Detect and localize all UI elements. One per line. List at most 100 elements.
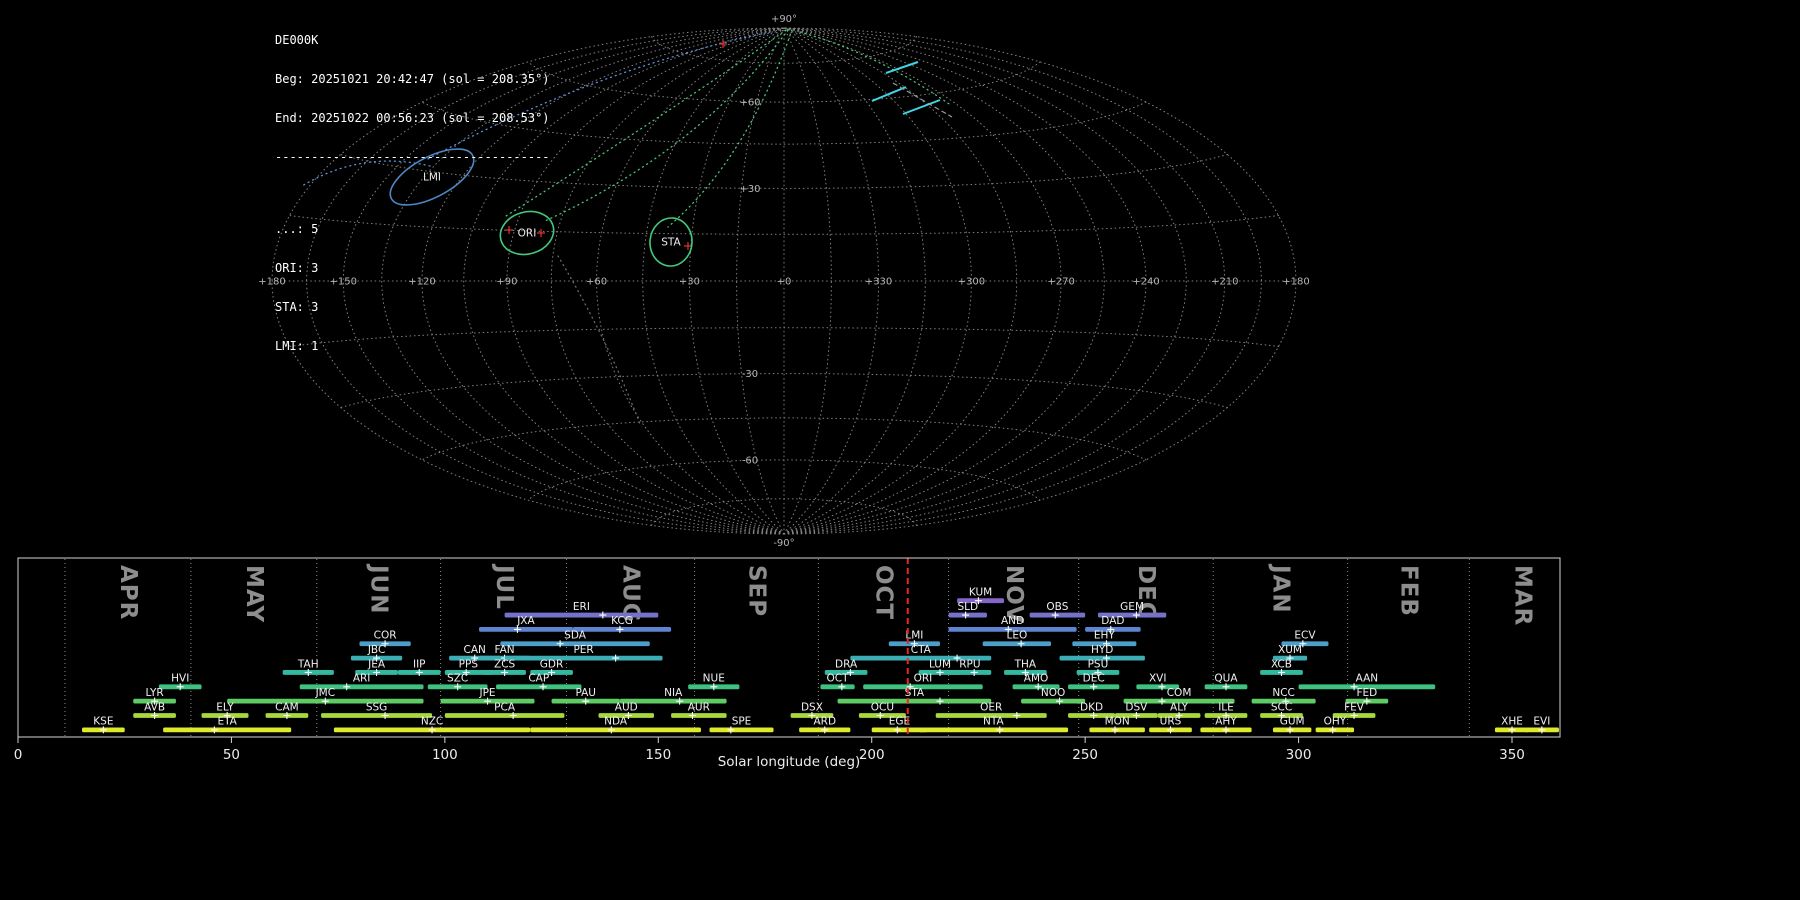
month-label-JAN: JAN (1268, 563, 1294, 614)
lon-grid-label: +330 (865, 277, 892, 288)
meteor-streak (902, 99, 941, 115)
shower-code-KCG: KCG (611, 615, 633, 627)
shower-code-SZC: SZC (447, 673, 468, 685)
shower-code-ILE: ILE (1218, 701, 1234, 713)
month-label-APR: APR (115, 565, 141, 620)
activity-LEO: LEO (982, 630, 1051, 648)
activity-AVB: AVB (133, 701, 176, 719)
activity-KSE: KSE (82, 716, 125, 734)
shower-code-DSV: DSV (1125, 701, 1148, 713)
end-time-line: End: 20251022 00:56:23 (sol = 208.53°) (275, 111, 550, 125)
activity-bar-OCT (820, 684, 855, 690)
x-axis-title: Solar longitude (deg) (717, 754, 861, 770)
month-label-OCT: OCT (871, 565, 897, 620)
lon-grid-label: +300 (958, 277, 985, 288)
lat-grid-label: -60 (742, 455, 758, 466)
shower-code-QUA: QUA (1214, 673, 1238, 685)
shower-code-ELY: ELY (216, 701, 234, 713)
activity-KCG: KCG (572, 615, 672, 633)
activity-CAM: CAM (265, 701, 309, 719)
shower-code-GUM: GUM (1280, 716, 1305, 728)
shower-code-GEM: GEM (1120, 601, 1144, 613)
shower-code-ZCS: ZCS (494, 658, 516, 670)
activity-HVI: HVI (158, 673, 202, 691)
activity-bar-AUR (671, 713, 727, 718)
shower-code-COR: COR (374, 630, 397, 642)
meridian-line (783, 27, 1262, 535)
lat-grid-label: +30 (739, 184, 760, 195)
shower-code-JXA: JXA (516, 615, 535, 627)
activity-ETA: ETA (163, 716, 292, 734)
activity-TAH: TAH (282, 658, 334, 676)
activity-NZC: NZC (333, 716, 531, 734)
lon-grid-label: +210 (1211, 277, 1238, 288)
shower-code-PSU: PSU (1088, 658, 1109, 670)
activity-SLD: SLD (948, 601, 987, 619)
shower-code-AHY: AHY (1215, 716, 1237, 728)
activity-PCA: PCA (444, 701, 565, 719)
peak-marker-ARI (343, 683, 351, 691)
activity-NOO: NOO (1021, 687, 1086, 705)
shower-code-LEO: LEO (1006, 630, 1027, 642)
shower-code-FAN: FAN (495, 644, 515, 656)
shower-code-DRA: DRA (835, 658, 858, 670)
shower-code-ETA: ETA (217, 716, 237, 728)
shower-code-XVI: XVI (1149, 673, 1166, 685)
parallel-line (527, 459, 1041, 501)
activity-ZCS: ZCS (483, 658, 526, 676)
shower-code-AUD: AUD (615, 701, 638, 713)
activity-bar-LEO (982, 641, 1051, 647)
shower-code-AND: AND (1001, 615, 1024, 627)
lon-grid-label: +180 (1282, 277, 1309, 288)
shower-ellipse-label-STA: STA (661, 237, 681, 249)
peak-marker-ERI (599, 611, 607, 619)
shower-code-TAH: TAH (297, 658, 319, 670)
x-tick-label-100: 100 (432, 747, 458, 763)
activity-DEC: DEC (1068, 673, 1120, 691)
lon-grid-label: +240 (1132, 277, 1159, 288)
shower-code-PAU: PAU (575, 687, 596, 699)
shower-code-EHY: EHY (1094, 630, 1116, 642)
shower-code-NDA: NDA (604, 716, 628, 728)
x-tick-label-50: 50 (223, 747, 240, 763)
shower-code-AAN: AAN (1356, 673, 1379, 685)
shower-code-NUE: NUE (703, 673, 725, 685)
shower-code-KSE: KSE (93, 716, 113, 728)
lon-grid-label: +60 (586, 277, 607, 288)
begin-time-line: Beg: 20251021 20:42:47 (sol = 208.35°) (275, 72, 550, 86)
shower-code-DEC: DEC (1083, 673, 1105, 685)
count-sta: STA: 3 (275, 300, 319, 314)
activity-IIP: IIP (397, 658, 441, 676)
shower-code-ORI: ORI (914, 673, 933, 685)
shower-code-OHY: OHY (1324, 716, 1347, 728)
activity-bar-SPE (709, 727, 774, 733)
plot-canvas: LMIORISTA+180 +150 +120 +90 +60 +30 +0 +330 +300… (14, 14, 1561, 763)
shower-code-PER: PER (573, 644, 593, 656)
activity-NDA: NDA (530, 716, 701, 734)
meridian-line (783, 27, 1062, 535)
lon-grid-label: +30 (679, 277, 700, 288)
shower-code-XHE: XHE (1501, 716, 1523, 728)
shower-code-PPS: PPS (459, 658, 479, 670)
header-separator: -------------------------------------- (275, 150, 550, 164)
activity-RPU: RPU (948, 658, 992, 676)
month-label-JUN: JUN (366, 563, 392, 614)
shower-code-HVI: HVI (171, 673, 189, 685)
shower-code-IIP: IIP (413, 658, 426, 670)
month-label-SEP: SEP (743, 565, 769, 617)
x-tick-label-0: 0 (14, 747, 23, 763)
shower-code-JBC: JBC (367, 644, 385, 656)
shower-code-XCB: XCB (1271, 658, 1292, 670)
shower-code-AMO: AMO (1024, 673, 1049, 685)
shower-code-MON: MON (1105, 716, 1130, 728)
activity-bar-NDA (530, 727, 701, 733)
activity-JPE: JPE (440, 687, 535, 705)
activity-JXA: JXA (479, 615, 573, 633)
pole-label-south: -90° (773, 538, 794, 549)
month-label-FEB: FEB (1396, 565, 1422, 617)
peak-marker-COM (1158, 697, 1166, 705)
shower-code-RPU: RPU (959, 658, 980, 670)
activity-JMC: JMC (227, 687, 424, 705)
shower-code-SLD: SLD (957, 601, 978, 613)
shower-code-NZC: NZC (421, 716, 443, 728)
